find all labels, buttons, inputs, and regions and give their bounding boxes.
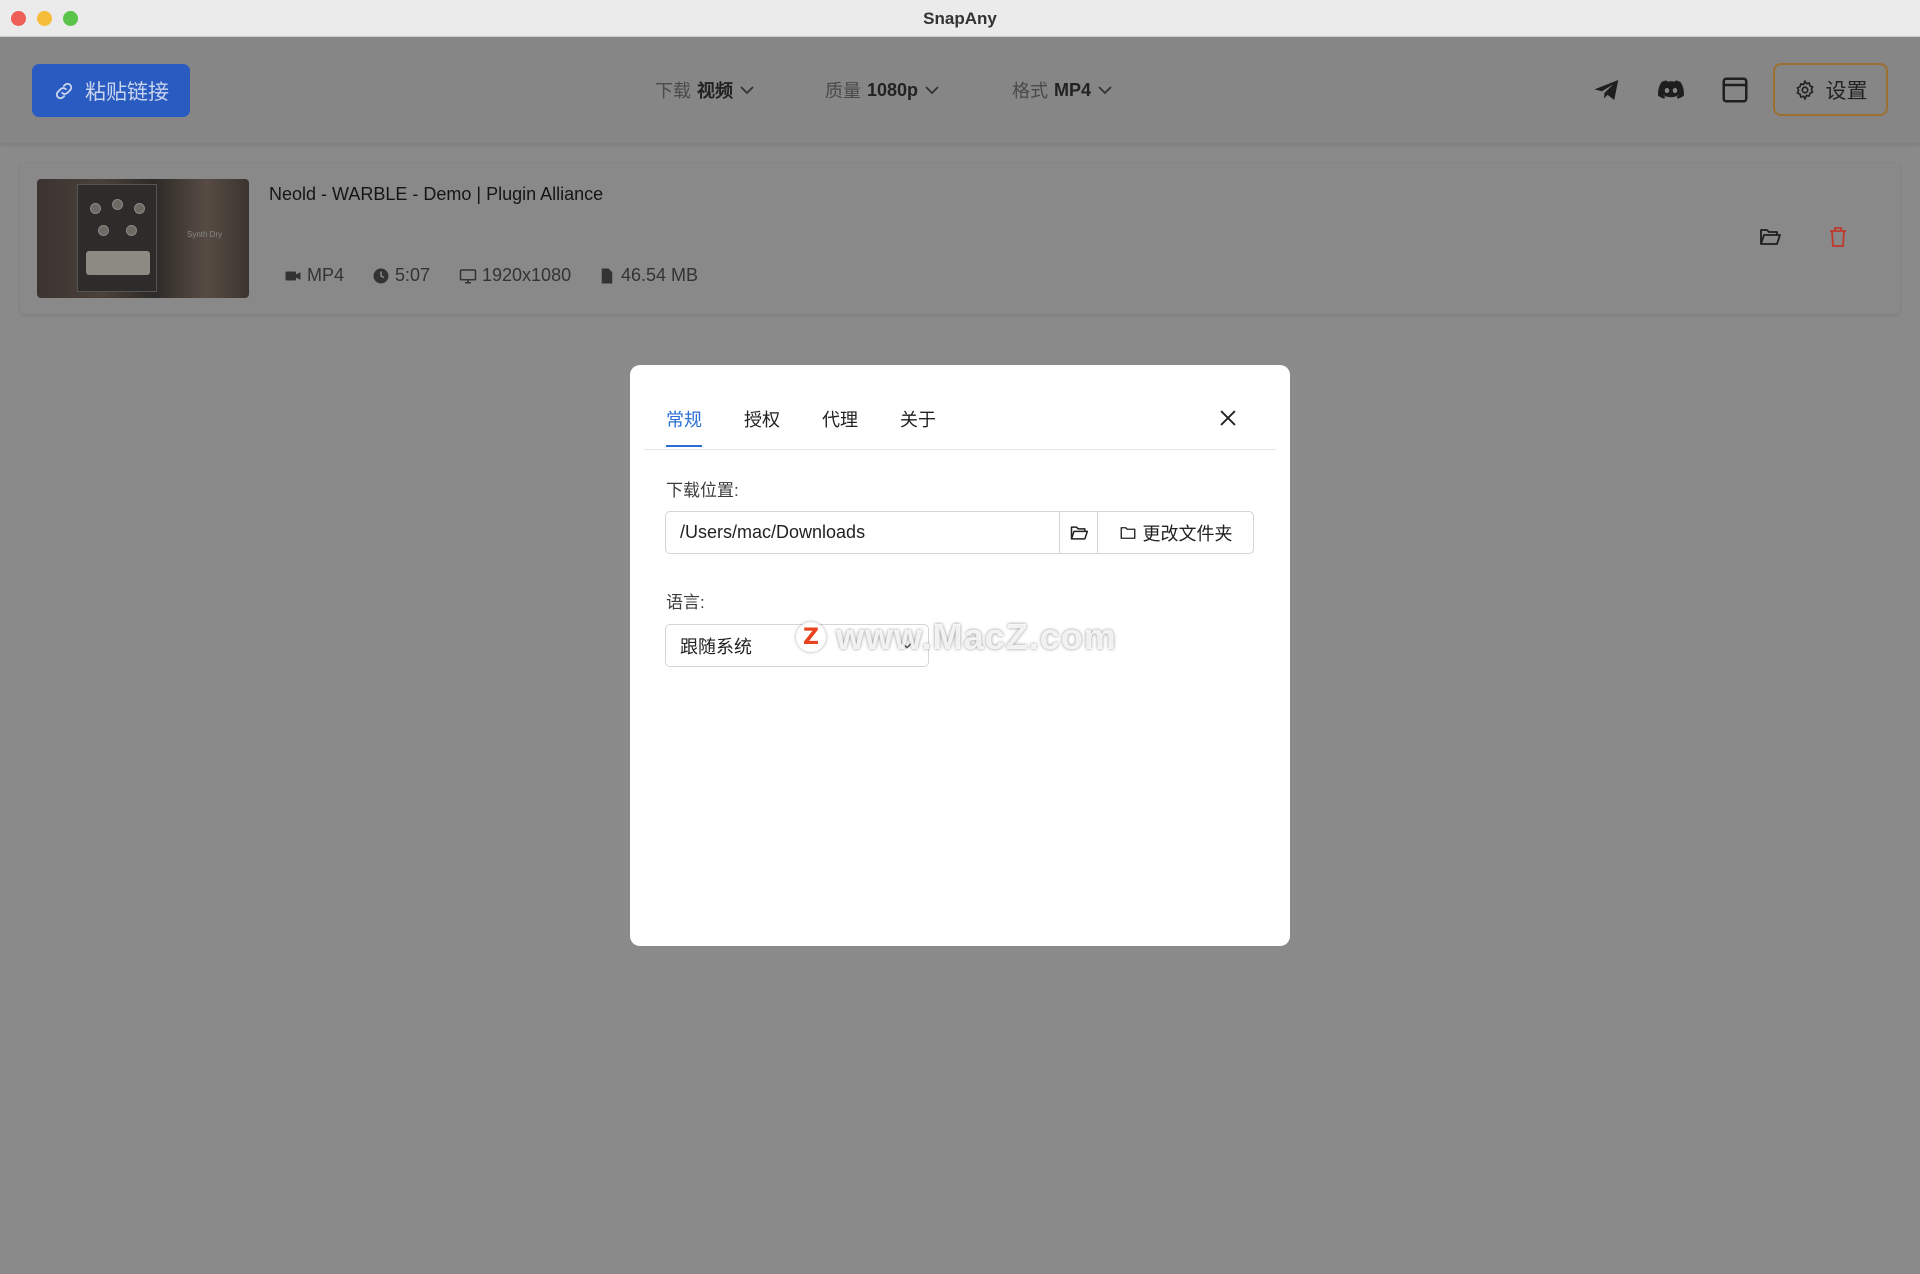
tab-about[interactable]: 关于 xyxy=(900,406,936,447)
file-icon xyxy=(601,268,613,283)
folder-open-icon xyxy=(1070,525,1088,540)
change-folder-label: 更改文件夹 xyxy=(1142,523,1233,544)
title-bar: SnapAny xyxy=(0,0,1920,37)
paste-link-button[interactable]: 粘贴链接 xyxy=(32,64,190,117)
chevron-down-icon xyxy=(1098,86,1112,95)
paste-link-label: 粘贴链接 xyxy=(85,80,169,104)
open-download-folder-button[interactable] xyxy=(1059,512,1097,553)
folder-open-icon xyxy=(1760,229,1781,245)
tab-proxy[interactable]: 代理 xyxy=(822,406,858,447)
meta-format-value: MP4 xyxy=(307,265,345,285)
quality-value: 1080p xyxy=(867,79,919,100)
window-icon xyxy=(1722,77,1748,103)
download-type-select[interactable]: 下载 视频 xyxy=(655,77,755,103)
video-title: Neold - WARBLE - Demo | Plugin Alliance xyxy=(269,184,604,204)
meta-size-value: 46.54 MB xyxy=(621,265,699,285)
tab-general[interactable]: 常规 xyxy=(666,406,702,447)
telegram-icon xyxy=(1594,80,1619,100)
language-label: 语言: xyxy=(666,593,705,612)
watermark-text: www.MacZ.com xyxy=(836,616,1117,657)
download-location-label: 下载位置: xyxy=(666,481,739,500)
chevron-down-icon xyxy=(925,86,939,95)
download-item[interactable]: Synth Dry Neold - WARBLE - Demo | Plugin… xyxy=(20,163,1900,314)
video-camera-icon xyxy=(285,271,301,280)
close-dialog-button[interactable] xyxy=(1217,407,1241,431)
tab-license[interactable]: 授权 xyxy=(744,406,780,447)
quality-select[interactable]: 质量 1080p xyxy=(825,77,940,103)
quality-key: 质量 xyxy=(825,81,861,101)
discord-button[interactable] xyxy=(1654,73,1688,107)
close-icon xyxy=(1220,410,1236,426)
change-folder-button[interactable]: 更改文件夹 xyxy=(1097,512,1253,553)
watermark-logo: Z xyxy=(796,622,826,652)
format-select[interactable]: 格式 MP4 xyxy=(1012,77,1113,103)
video-thumbnail: Synth Dry xyxy=(37,179,249,298)
download-path-group: 更改文件夹 xyxy=(665,511,1254,554)
gear-icon xyxy=(1795,79,1814,100)
window-title: SnapAny xyxy=(923,9,997,28)
meta-format: MP4 xyxy=(284,265,344,286)
download-path-input[interactable] xyxy=(666,512,1059,553)
settings-button[interactable]: 设置 xyxy=(1773,63,1888,116)
clock-icon xyxy=(373,268,389,283)
monitor-icon xyxy=(459,268,477,283)
format-key: 格式 xyxy=(1012,81,1048,101)
open-folder-button[interactable] xyxy=(1758,225,1784,251)
watermark: Z www.MacZ.com xyxy=(796,616,1117,658)
discord-icon xyxy=(1658,80,1684,99)
settings-tabs: 常规 授权 代理 关于 xyxy=(666,406,936,447)
window-button[interactable] xyxy=(1718,73,1752,107)
meta-size: 46.54 MB xyxy=(598,265,698,286)
link-icon xyxy=(55,82,73,99)
trash-icon xyxy=(1830,227,1846,247)
telegram-button[interactable] xyxy=(1590,73,1624,107)
download-type-value: 视频 xyxy=(697,81,733,101)
meta-resolution-value: 1920x1080 xyxy=(482,265,572,285)
toolbar: 粘贴链接 下载 视频 质量 1080p 格式 MP4 设置 xyxy=(0,37,1920,143)
meta-resolution: 1920x1080 xyxy=(459,265,571,286)
format-value: MP4 xyxy=(1054,79,1092,100)
tabs-divider xyxy=(644,449,1276,450)
folder-icon xyxy=(1120,526,1135,539)
meta-duration: 5:07 xyxy=(372,265,430,286)
thumbnail-text: Synth Dry xyxy=(187,230,223,239)
settings-label: 设置 xyxy=(1825,79,1868,103)
download-type-key: 下载 xyxy=(655,81,691,101)
thumbnail-plugin-graphic xyxy=(77,184,157,292)
meta-duration-value: 5:07 xyxy=(395,265,431,285)
language-value: 跟随系统 xyxy=(680,636,752,657)
chevron-down-icon xyxy=(740,86,754,95)
delete-button[interactable] xyxy=(1826,225,1852,251)
